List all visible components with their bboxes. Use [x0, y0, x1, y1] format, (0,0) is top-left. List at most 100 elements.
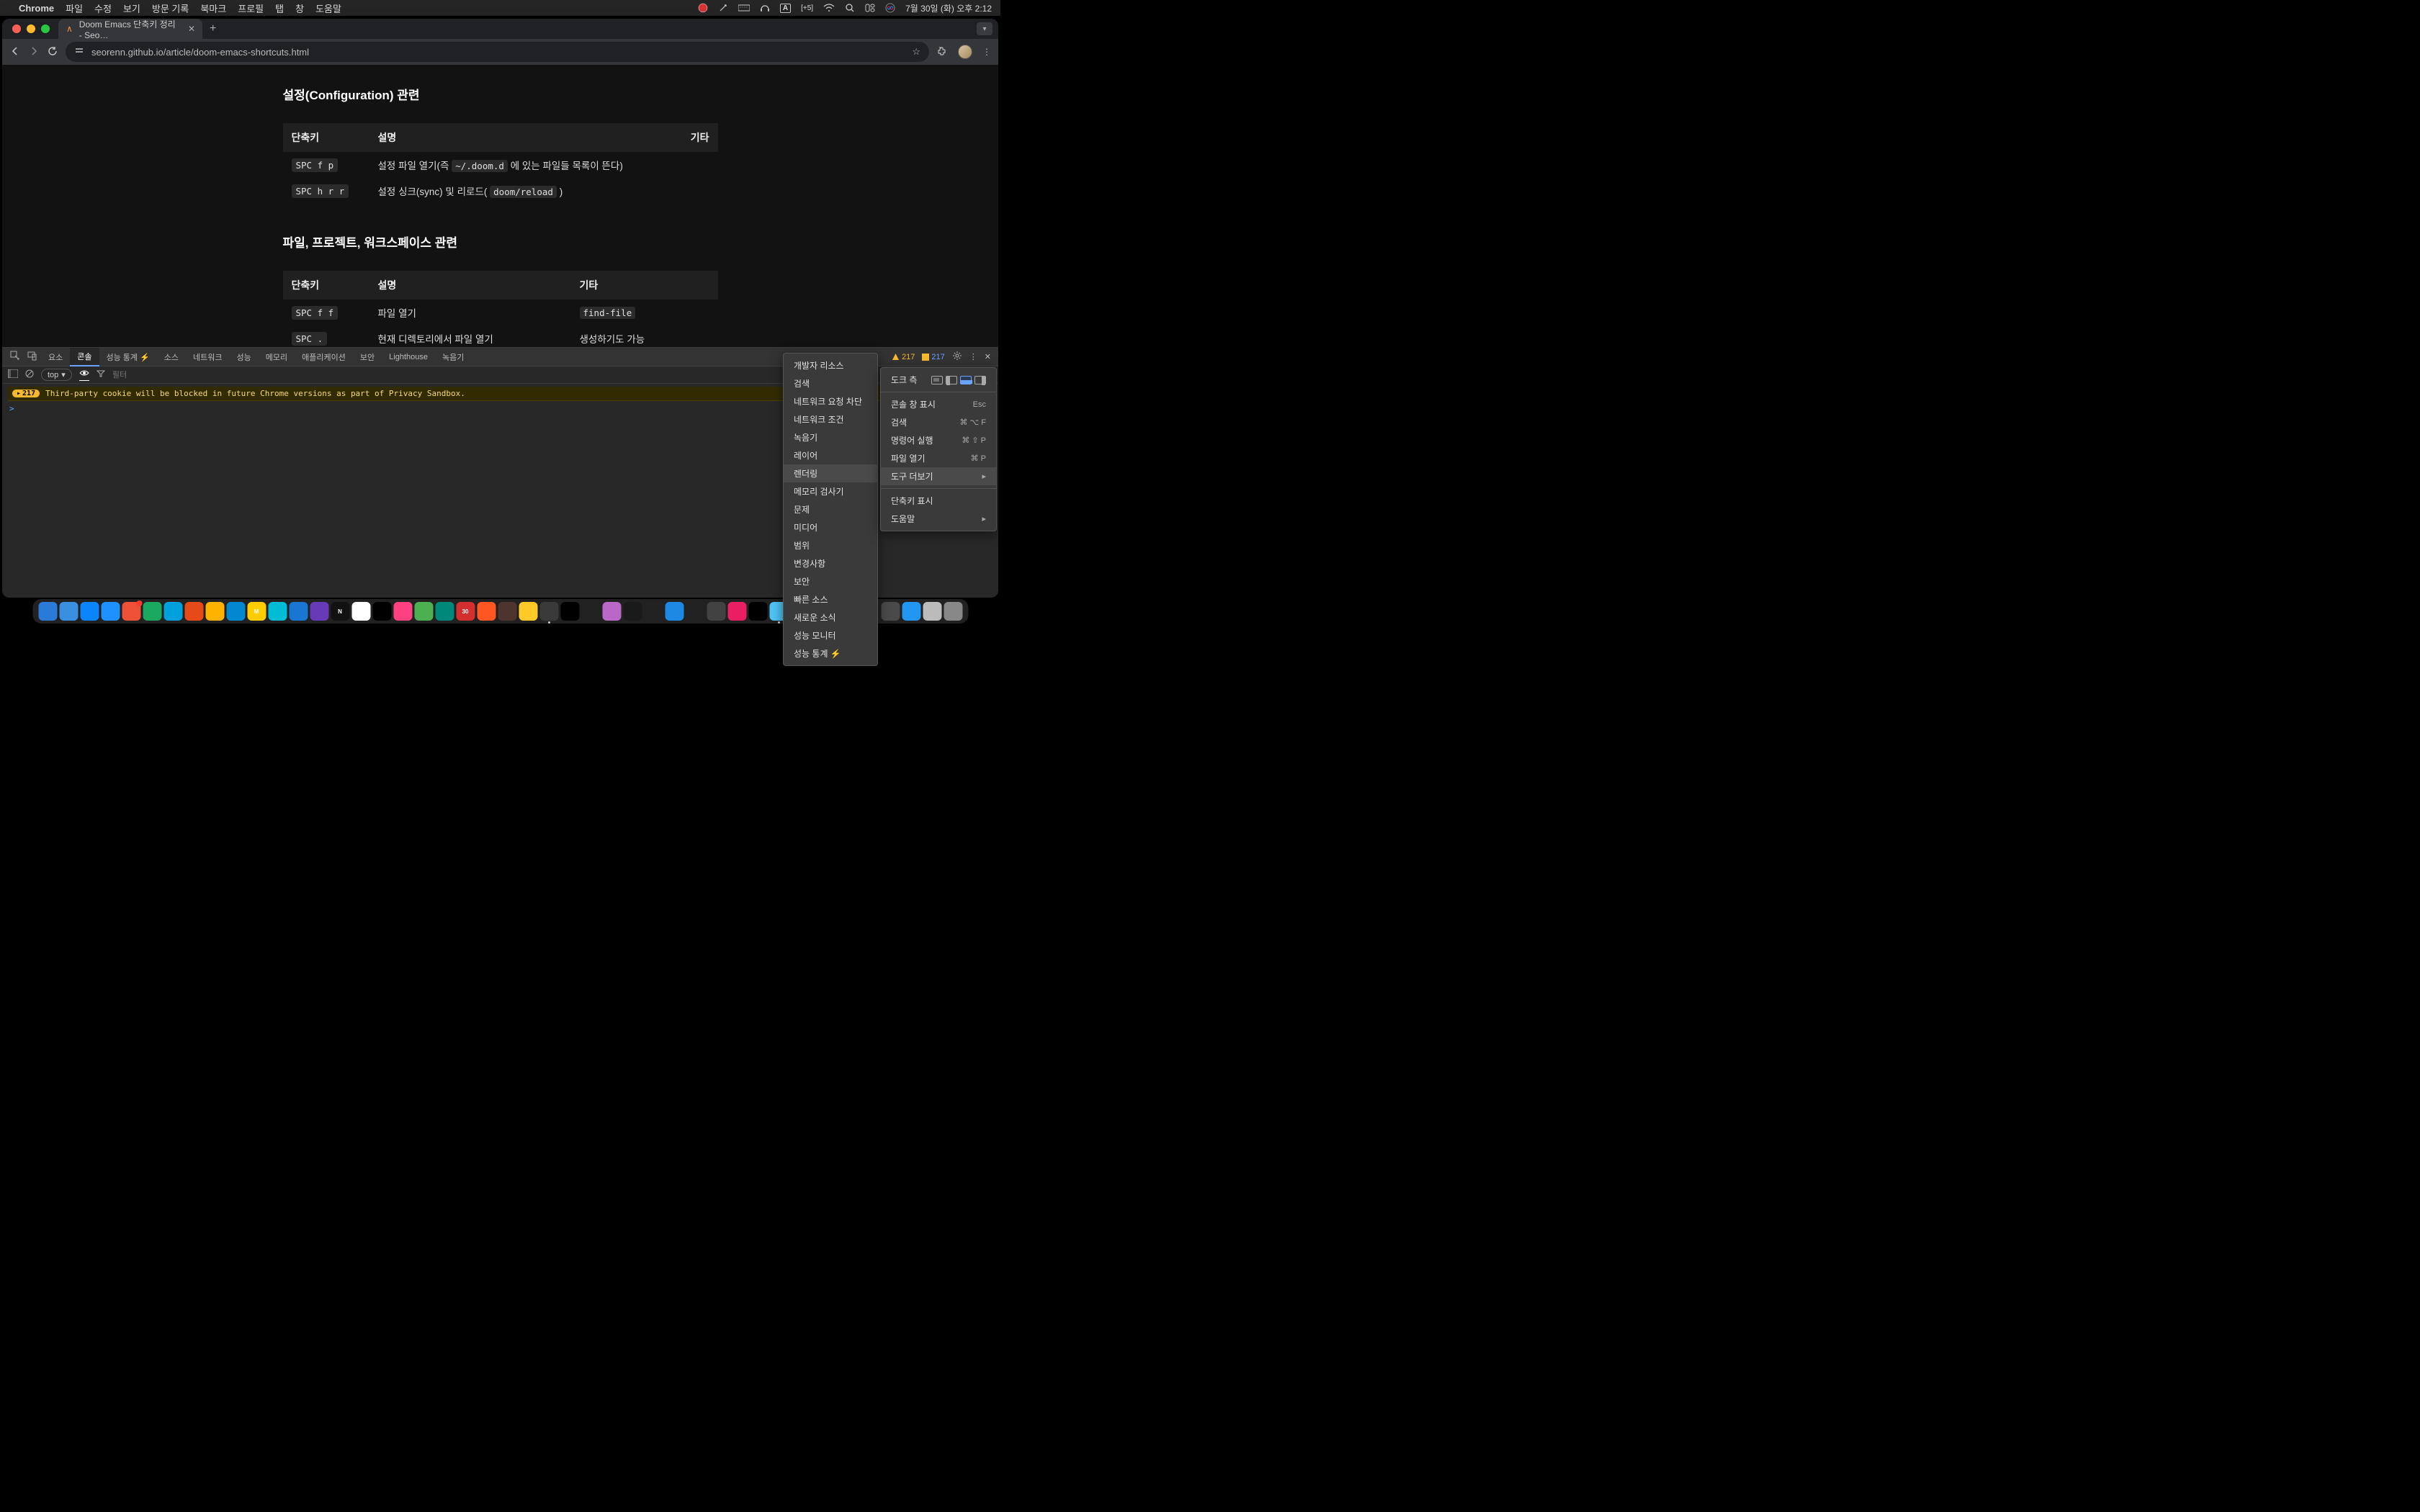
- dock-app[interactable]: [289, 602, 308, 621]
- dock-app[interactable]: [59, 602, 78, 621]
- menu-run-command[interactable]: 명령어 실행⌘ ⇧ P: [881, 431, 996, 449]
- tab-close-icon[interactable]: ✕: [188, 24, 195, 34]
- keyboard-icon[interactable]: [738, 4, 750, 12]
- dock-undock[interactable]: [931, 376, 943, 384]
- dock-right[interactable]: [974, 376, 986, 384]
- dock-app[interactable]: [122, 602, 140, 621]
- menu-history[interactable]: 방문 기록: [152, 1, 189, 15]
- devtools-tab-sources[interactable]: 소스: [157, 348, 186, 366]
- dock-app[interactable]: [707, 602, 725, 621]
- battery-icon[interactable]: [+5]: [801, 4, 813, 12]
- devtools-close-icon[interactable]: ✕: [985, 352, 991, 361]
- live-expression-icon[interactable]: [79, 369, 89, 381]
- devtools-tab-performance[interactable]: 성능: [230, 348, 259, 366]
- menu-tab[interactable]: 탭: [275, 1, 284, 15]
- warnings-badge[interactable]: 217: [892, 353, 915, 361]
- dock-app[interactable]: M: [247, 602, 266, 621]
- more-tools-item[interactable]: 성능 통계 ⚡: [784, 644, 877, 662]
- menu-open-file[interactable]: 파일 열기⌘ P: [881, 449, 996, 467]
- more-tools-item[interactable]: 레이어: [784, 446, 877, 464]
- input-source-icon[interactable]: A: [780, 4, 791, 13]
- dock-app[interactable]: [163, 602, 182, 621]
- dock-app[interactable]: [902, 602, 920, 621]
- dock-app[interactable]: [372, 602, 391, 621]
- dock-app[interactable]: [665, 602, 684, 621]
- menu-more-tools[interactable]: 도구 더보기▸: [881, 467, 996, 485]
- more-tools-item[interactable]: 네트워크 조건: [784, 410, 877, 428]
- more-tools-item[interactable]: 미디어: [784, 518, 877, 536]
- siri-icon[interactable]: [885, 3, 895, 13]
- more-tools-item[interactable]: 네트워크 요청 차단: [784, 392, 877, 410]
- dock-app[interactable]: [539, 602, 558, 621]
- devtools-tab-recorder[interactable]: 녹음기: [435, 348, 471, 366]
- devtools-tab-elements[interactable]: 요소: [41, 348, 70, 366]
- dock-app[interactable]: [881, 602, 900, 621]
- dock-app[interactable]: [748, 602, 767, 621]
- dock-bottom[interactable]: [960, 376, 972, 384]
- new-tab-button[interactable]: +: [210, 22, 216, 35]
- dock-app[interactable]: [923, 602, 941, 621]
- more-tools-item[interactable]: 메모리 검사기: [784, 482, 877, 500]
- dock-left[interactable]: [946, 376, 957, 384]
- site-info-icon[interactable]: [74, 46, 84, 58]
- menu-show-console[interactable]: 콘솔 창 표시Esc: [881, 395, 996, 413]
- dock-app[interactable]: [602, 602, 621, 621]
- more-tools-item[interactable]: 문제: [784, 500, 877, 518]
- devtools-tab-application[interactable]: 애플리케이션: [295, 348, 353, 366]
- menu-help[interactable]: 도움말: [315, 1, 341, 15]
- dock-app[interactable]: [727, 602, 746, 621]
- menu-search[interactable]: 검색⌘ ⌥ F: [881, 413, 996, 431]
- forward-button[interactable]: [28, 46, 40, 58]
- dock-app[interactable]: [581, 602, 600, 621]
- devtools-tab-console[interactable]: 콘솔: [70, 348, 99, 366]
- dock-app[interactable]: [944, 602, 962, 621]
- extensions-icon[interactable]: [936, 45, 948, 59]
- dock-app[interactable]: [686, 602, 704, 621]
- menu-window[interactable]: 창: [295, 1, 304, 15]
- devtools-tab-memory[interactable]: 메모리: [259, 348, 295, 366]
- clear-console-icon[interactable]: [25, 369, 34, 380]
- dock-app[interactable]: [393, 602, 412, 621]
- app-name[interactable]: Chrome: [19, 3, 54, 14]
- dock-app[interactable]: [477, 602, 496, 621]
- dock-app[interactable]: [268, 602, 287, 621]
- console-sidebar-toggle-icon[interactable]: [8, 369, 18, 380]
- context-selector[interactable]: top ▾: [41, 369, 72, 381]
- devtools-tab-perf-insights[interactable]: 성능 통계 ⚡: [99, 348, 157, 366]
- wifi-icon[interactable]: [823, 4, 835, 12]
- browser-tab[interactable]: ∧ Doom Emacs 단축키 정리 - Seo… ✕: [58, 19, 202, 39]
- menu-edit[interactable]: 수정: [94, 1, 112, 15]
- menu-file[interactable]: 파일: [66, 1, 83, 15]
- dock-app[interactable]: [143, 602, 161, 621]
- more-tools-item[interactable]: 녹음기: [784, 428, 877, 446]
- more-tools-item[interactable]: 빠른 소스: [784, 590, 877, 608]
- dock-app[interactable]: [101, 602, 120, 621]
- more-tools-item[interactable]: 개발자 리소스: [784, 356, 877, 374]
- menu-view[interactable]: 보기: [123, 1, 140, 15]
- more-tools-item[interactable]: 보안: [784, 572, 877, 590]
- window-close[interactable]: [12, 24, 21, 33]
- search-icon[interactable]: [845, 3, 855, 13]
- dock-app[interactable]: [226, 602, 245, 621]
- dock-app[interactable]: [435, 602, 454, 621]
- dock-app[interactable]: [38, 602, 57, 621]
- menu-shortcuts[interactable]: 단축키 표시: [881, 492, 996, 510]
- more-tools-item[interactable]: 새로운 소식: [784, 608, 877, 626]
- tool-icon[interactable]: [718, 3, 728, 13]
- control-center-icon[interactable]: [865, 4, 875, 12]
- menu-bookmarks[interactable]: 북마크: [200, 1, 226, 15]
- devtools-tab-network[interactable]: 네트워크: [186, 348, 229, 366]
- dock-app[interactable]: [644, 602, 663, 621]
- dock-app[interactable]: N: [331, 602, 349, 621]
- devtools-tab-lighthouse[interactable]: Lighthouse: [382, 348, 435, 366]
- clock[interactable]: 7월 30일 (화) 오후 2:12: [905, 2, 992, 14]
- dock-app[interactable]: [80, 602, 99, 621]
- more-tools-item[interactable]: 범위: [784, 536, 877, 554]
- info-badge[interactable]: 217: [922, 353, 944, 361]
- bookmark-star-icon[interactable]: ☆: [912, 46, 920, 58]
- reload-button[interactable]: [47, 46, 58, 58]
- device-toggle-icon[interactable]: [24, 351, 41, 363]
- back-button[interactable]: [9, 46, 21, 58]
- headphones-icon[interactable]: [760, 3, 770, 13]
- devtools-more-icon[interactable]: ⋮: [969, 352, 977, 361]
